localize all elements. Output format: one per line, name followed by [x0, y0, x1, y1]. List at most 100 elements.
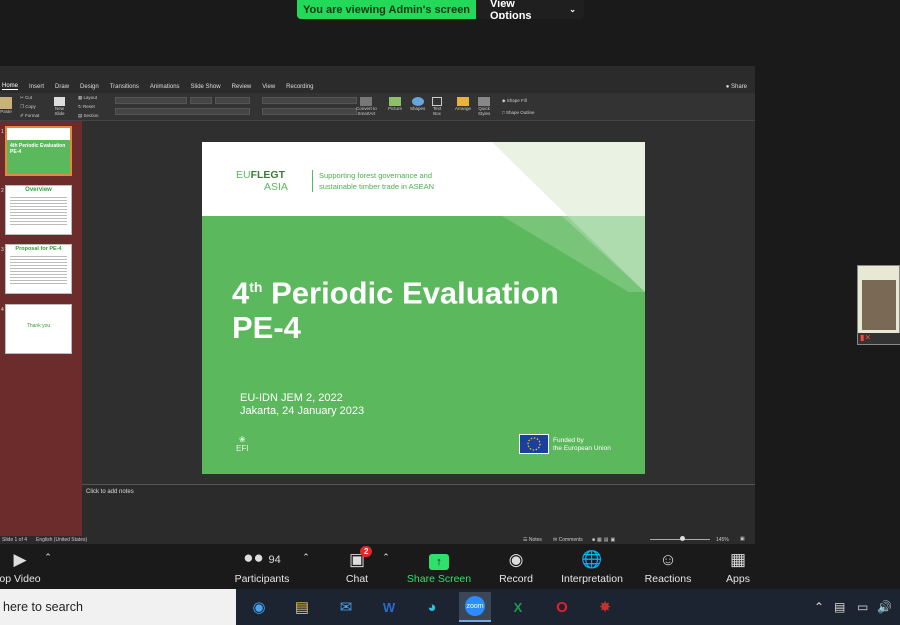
tab-review[interactable]: Review — [232, 84, 252, 90]
mic-muted-icon: ▮✕ — [858, 333, 900, 344]
funded-by-eu: Funded by the European Union — [553, 437, 611, 453]
font-format-buttons[interactable] — [115, 108, 250, 115]
slide-subtitle: EU-IDN JEM 2, 2022 Jakarta, 24 January 2… — [240, 392, 364, 418]
picture-button[interactable]: Picture — [388, 97, 402, 111]
participants-button[interactable]: ●● 94 Participants — [228, 544, 296, 589]
tab-slide-show[interactable]: Slide Show — [191, 84, 221, 90]
opera-icon[interactable]: O — [546, 592, 578, 622]
cut-button[interactable]: ✂ Cut — [20, 95, 32, 101]
layout-button[interactable]: ▦ Layout — [78, 95, 97, 101]
format-painter-button[interactable]: ✐ Format — [20, 113, 39, 119]
thumb-title: Proposal for PE-4 — [15, 246, 62, 252]
taskbar-search-box[interactable]: here to search — [0, 589, 236, 625]
slide-thumbnail-4[interactable]: Thank you — [5, 304, 72, 354]
chat-label: Chat — [345, 573, 369, 585]
new-slide-button[interactable]: New Slide — [54, 97, 65, 116]
record-button[interactable]: ◉ Record — [494, 544, 538, 589]
tab-recording[interactable]: Recording — [286, 84, 313, 90]
paste-button[interactable]: Paste — [0, 97, 12, 114]
apps-label: Apps — [726, 573, 750, 585]
efi-logo: ❀ EFI — [236, 435, 248, 453]
shape-fill-button[interactable]: ◆ Shape Fill — [502, 98, 527, 104]
share-screen-label: Share Screen — [406, 573, 472, 585]
record-label: Record — [499, 573, 533, 585]
font-family-select[interactable] — [115, 97, 187, 104]
game-app-icon[interactable]: ✸ — [589, 592, 621, 622]
participant-video-image — [862, 280, 896, 330]
battery-icon[interactable]: ▭ — [857, 600, 868, 614]
text-box-button[interactable]: Text Box — [432, 97, 442, 116]
shapes-button[interactable]: Shapes — [410, 97, 425, 111]
status-bar: Slide 1 of 4 English (United States) ☰ N… — [0, 536, 755, 544]
reactions-button[interactable]: ☺ Reactions — [640, 544, 696, 589]
tab-view[interactable]: View — [262, 84, 275, 90]
chat-options-chevron[interactable]: ⌃ — [380, 544, 392, 589]
share-screen-button[interactable]: ↑ Share Screen — [403, 544, 475, 589]
paragraph-align-buttons[interactable] — [262, 108, 357, 115]
participants-options-chevron[interactable]: ⌃ — [300, 544, 312, 589]
thumb-number: 2 — [1, 188, 4, 194]
clipboard-icon — [0, 97, 12, 109]
slide-thumbnail-1[interactable]: 4th Periodic Evaluation PE-4 — [5, 126, 72, 176]
view-options-button[interactable]: View Options ⌄ — [476, 0, 584, 19]
apps-button[interactable]: ▦ Apps — [720, 544, 756, 589]
participants-label: Participants — [234, 573, 290, 585]
language-indicator[interactable]: English (United States) — [36, 537, 87, 543]
paragraph-list-buttons[interactable] — [262, 97, 357, 104]
euflegt-tagline: Supporting forest governance and sustain… — [312, 170, 434, 192]
font-size-select[interactable] — [190, 97, 212, 104]
comments-toggle[interactable]: ✉ Comments — [553, 537, 583, 543]
view-buttons[interactable]: ■▦▤▣ — [592, 537, 617, 543]
title-sup: th — [249, 279, 263, 295]
leaf-icon: ❀ — [238, 435, 246, 444]
file-explorer-icon[interactable]: ▤ — [286, 592, 318, 622]
tab-animations[interactable]: Animations — [150, 84, 180, 90]
word-icon[interactable]: W — [373, 592, 405, 622]
volume-icon[interactable]: 🔊 — [877, 600, 892, 614]
video-options-chevron[interactable]: ⌃ — [42, 544, 54, 589]
tab-design[interactable]: Design — [80, 84, 99, 90]
thumb-text-lines — [10, 254, 67, 286]
tagline-line-1: Supporting forest governance and — [319, 171, 432, 180]
chrome-like-browser-icon[interactable]: ◉ — [243, 592, 275, 622]
smiley-icon: ☺ — [659, 550, 677, 569]
slide-thumbnail-2[interactable]: Overview — [5, 185, 72, 235]
main-slide[interactable]: EUFLEGT ASIA Supporting forest governanc… — [202, 142, 645, 474]
notes-pane[interactable]: Click to add notes — [82, 484, 755, 536]
interpretation-button[interactable]: 🌐 Interpretation — [553, 544, 631, 589]
slide-thumbnails-panel: 1 4th Periodic Evaluation PE-4 2 Overvie… — [0, 121, 82, 536]
tab-insert[interactable]: Insert — [29, 84, 44, 90]
excel-icon[interactable]: X — [502, 592, 534, 622]
thumb-title: 4th Periodic Evaluation PE-4 — [10, 143, 66, 155]
section-button[interactable]: ▤ Section — [78, 113, 99, 119]
video-camera-icon: ▶ — [13, 550, 27, 569]
slide-thumbnail-3[interactable]: Proposal for PE-4 — [5, 244, 72, 294]
shapes-icon — [411, 97, 424, 106]
edge-icon[interactable]: ◕ — [416, 592, 448, 622]
mail-icon[interactable]: ✉ — [330, 592, 362, 622]
event-date: Jakarta, 24 January 2023 — [240, 405, 365, 417]
reset-button[interactable]: ↻ Reset — [78, 104, 95, 110]
chat-button[interactable]: ▣ Chat — [334, 544, 380, 589]
font-size-buttons[interactable] — [215, 97, 250, 104]
arrange-icon — [457, 97, 469, 106]
tray-chevron-up-icon[interactable]: ⌃ — [814, 600, 824, 614]
quick-styles-button[interactable]: Quick Styles — [478, 97, 490, 116]
tab-transitions[interactable]: Transitions — [110, 84, 139, 90]
fit-slide-icon[interactable]: ▣ — [740, 536, 745, 542]
tab-draw[interactable]: Draw — [55, 84, 69, 90]
stop-video-button[interactable]: ▶ op Video — [0, 544, 44, 589]
zoom-slider-thumb[interactable] — [680, 536, 685, 541]
notes-toggle[interactable]: ☰ Notes — [523, 537, 542, 543]
tab-home[interactable]: Home — [2, 83, 19, 90]
copy-button[interactable]: ❐ Copy — [20, 104, 36, 110]
arrange-button[interactable]: Arrange — [455, 97, 471, 111]
zoom-icon[interactable]: zoom — [459, 592, 491, 622]
windows-taskbar: here to search ◉ ▤ ✉ W ◕ zoom X O ✸ ⌃ ▤ … — [0, 589, 900, 625]
zoom-level[interactable]: 145% — [716, 537, 729, 543]
participant-video-tile[interactable]: ▮✕ — [857, 265, 900, 345]
shape-outline-button[interactable]: □ Shape Outline — [502, 110, 535, 115]
network-icon[interactable]: ▤ — [834, 600, 845, 614]
ppt-share-button[interactable]: ● Share — [726, 84, 747, 90]
convert-smartart-button[interactable]: Convert to SmartArt — [356, 97, 377, 116]
